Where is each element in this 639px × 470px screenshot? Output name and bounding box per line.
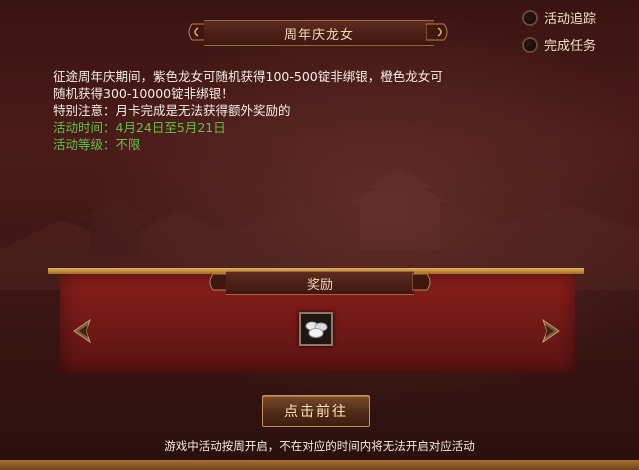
activity-level-value: 不限 bbox=[115, 137, 141, 152]
description-line-1: 征途周年庆期间，紫色龙女可随机获得100-500锭非绑银，橙色龙女可 bbox=[53, 69, 443, 84]
reward-banner-ornament-right-icon bbox=[412, 273, 431, 291]
footer-note: 游戏中活动按周开启，不在对应的时间内将无法开启对应活动 bbox=[164, 439, 475, 453]
description-line-2: 随机获得300-10000锭非绑银！ bbox=[53, 86, 234, 101]
activity-level-row: 活动等级：不限 bbox=[53, 136, 613, 153]
complete-task-label: 完成任务 bbox=[544, 39, 597, 54]
radio-circle-icon[interactable] bbox=[522, 9, 538, 26]
activity-time-row: 活动时间：4月24日至5月21日 bbox=[53, 119, 613, 136]
reward-banner-ornament-left-icon bbox=[209, 273, 228, 291]
radio-circle-icon[interactable] bbox=[522, 36, 538, 53]
activity-time-value: 4月24日至5月21日 bbox=[115, 120, 226, 135]
activity-tracking-label: 活动追踪 bbox=[544, 12, 597, 27]
complete-task-toggle[interactable]: 完成任务 bbox=[522, 35, 596, 54]
go-now-button[interactable]: 点击前往 bbox=[262, 395, 370, 427]
special-note: 特别注意：月卡完成是无法获得额外奖励的 bbox=[53, 103, 291, 118]
banner-ornament-right-icon bbox=[426, 23, 448, 41]
reward-title: 奖励 bbox=[226, 271, 414, 295]
activity-level-label: 活动等级： bbox=[53, 137, 116, 152]
silver-ingot-icon bbox=[305, 321, 328, 338]
bottom-frame-bar bbox=[0, 460, 639, 470]
activity-time-label: 活动时间： bbox=[53, 120, 116, 135]
page-title: 周年庆龙女 bbox=[204, 20, 434, 46]
activity-tracking-toggle[interactable]: 活动追踪 bbox=[522, 8, 596, 27]
activity-description: 征途周年庆期间，紫色龙女可随机获得100-500锭非绑银，橙色龙女可 随机获得3… bbox=[53, 68, 613, 153]
scroll-right-arrow-icon[interactable] bbox=[537, 316, 563, 346]
scroll-left-arrow-icon[interactable] bbox=[70, 316, 96, 346]
reward-item-slot[interactable] bbox=[299, 312, 333, 346]
